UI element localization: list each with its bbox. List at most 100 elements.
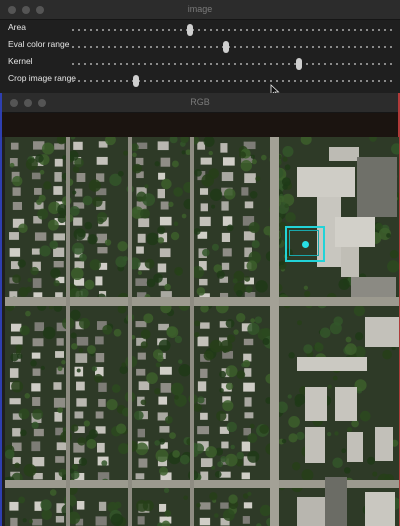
tree xyxy=(332,457,343,468)
tree xyxy=(102,324,113,335)
eval-color-range-slider-row: Eval color range xyxy=(0,37,400,54)
house-roof xyxy=(241,441,251,452)
house-roof xyxy=(53,397,66,408)
tree xyxy=(338,278,350,291)
tree xyxy=(220,455,227,463)
house-roof xyxy=(160,201,169,210)
image-window-titlebar[interactable]: image xyxy=(0,0,400,20)
eval-color-range-slider-thumb[interactable] xyxy=(222,41,229,53)
tree xyxy=(40,499,52,511)
tree xyxy=(41,142,55,155)
aerial-map-image[interactable] xyxy=(5,137,399,526)
area-slider[interactable] xyxy=(72,24,392,36)
house-roof xyxy=(98,501,107,511)
tree xyxy=(101,460,108,467)
tree xyxy=(261,154,267,161)
kernel-slider[interactable] xyxy=(72,58,392,70)
house-roof xyxy=(159,366,172,375)
tree xyxy=(246,260,258,272)
tree xyxy=(225,382,234,391)
tree xyxy=(154,161,160,167)
house-roof xyxy=(9,398,21,405)
tree xyxy=(163,487,170,493)
tree xyxy=(288,416,300,428)
tree xyxy=(89,259,101,271)
tree xyxy=(87,234,98,245)
house-roof xyxy=(76,173,86,182)
tree xyxy=(164,283,171,291)
tree xyxy=(37,208,49,220)
tree xyxy=(161,178,172,190)
tree xyxy=(140,208,151,219)
tree xyxy=(17,259,26,268)
kernel-slider-thumb[interactable] xyxy=(296,58,303,70)
rgb-window-titlebar[interactable]: RGB xyxy=(2,93,398,113)
tree xyxy=(152,349,164,360)
tree xyxy=(72,242,85,255)
house-roof xyxy=(55,351,65,358)
aerial-map-drawing xyxy=(5,137,399,526)
house-roof xyxy=(54,158,63,167)
tree xyxy=(144,258,155,269)
tree xyxy=(236,313,246,323)
tree xyxy=(236,370,246,379)
tree xyxy=(304,290,311,298)
house-roof xyxy=(200,368,208,378)
house-roof xyxy=(53,233,65,241)
house-roof xyxy=(9,248,21,257)
crop-image-range-slider[interactable] xyxy=(72,75,392,87)
eval-color-range-slider[interactable] xyxy=(72,41,392,53)
tree xyxy=(367,456,376,465)
eval-color-range-slider-label: Eval color range xyxy=(8,39,70,49)
tree xyxy=(82,195,93,206)
house-roof xyxy=(241,187,249,196)
tree xyxy=(172,450,180,458)
crop-image-range-slider-thumb[interactable] xyxy=(133,75,139,87)
house-roof xyxy=(241,472,250,480)
tree xyxy=(333,316,343,326)
house-roof xyxy=(9,232,19,240)
tree xyxy=(12,175,23,187)
house-roof xyxy=(222,248,232,257)
house-roof xyxy=(10,517,18,526)
detection-center-marker xyxy=(302,241,309,248)
house-roof xyxy=(135,473,145,480)
area-slider-thumb[interactable] xyxy=(187,24,194,36)
tree xyxy=(91,366,98,372)
house-roof xyxy=(244,173,256,184)
tree xyxy=(169,432,176,440)
house-roof xyxy=(159,503,167,512)
tree xyxy=(197,396,205,404)
tree xyxy=(10,353,19,362)
house-roof xyxy=(54,172,62,182)
tree xyxy=(73,228,86,241)
tree xyxy=(88,429,98,439)
tree xyxy=(236,451,245,460)
tree xyxy=(50,268,61,279)
house-roof xyxy=(73,141,83,150)
crop-image-range-slider-row: Crop image range xyxy=(0,71,400,88)
house-roof xyxy=(244,368,252,377)
tree xyxy=(117,304,127,314)
tree xyxy=(140,341,148,349)
tree xyxy=(144,184,149,189)
tree xyxy=(173,221,179,227)
house-roof xyxy=(138,458,148,468)
tree xyxy=(110,513,124,526)
tree xyxy=(71,424,79,432)
tree xyxy=(205,446,217,458)
tree xyxy=(247,433,258,443)
tree xyxy=(157,226,166,235)
tree xyxy=(154,388,161,395)
house-roof xyxy=(197,336,209,347)
tree xyxy=(193,403,202,412)
house-roof xyxy=(95,516,107,526)
tree xyxy=(345,336,352,343)
house-roof xyxy=(32,397,41,406)
tree xyxy=(245,285,253,293)
tree xyxy=(170,382,184,396)
tree xyxy=(343,467,351,474)
house-roof xyxy=(54,411,63,422)
tree xyxy=(319,327,331,339)
tree xyxy=(194,320,201,327)
